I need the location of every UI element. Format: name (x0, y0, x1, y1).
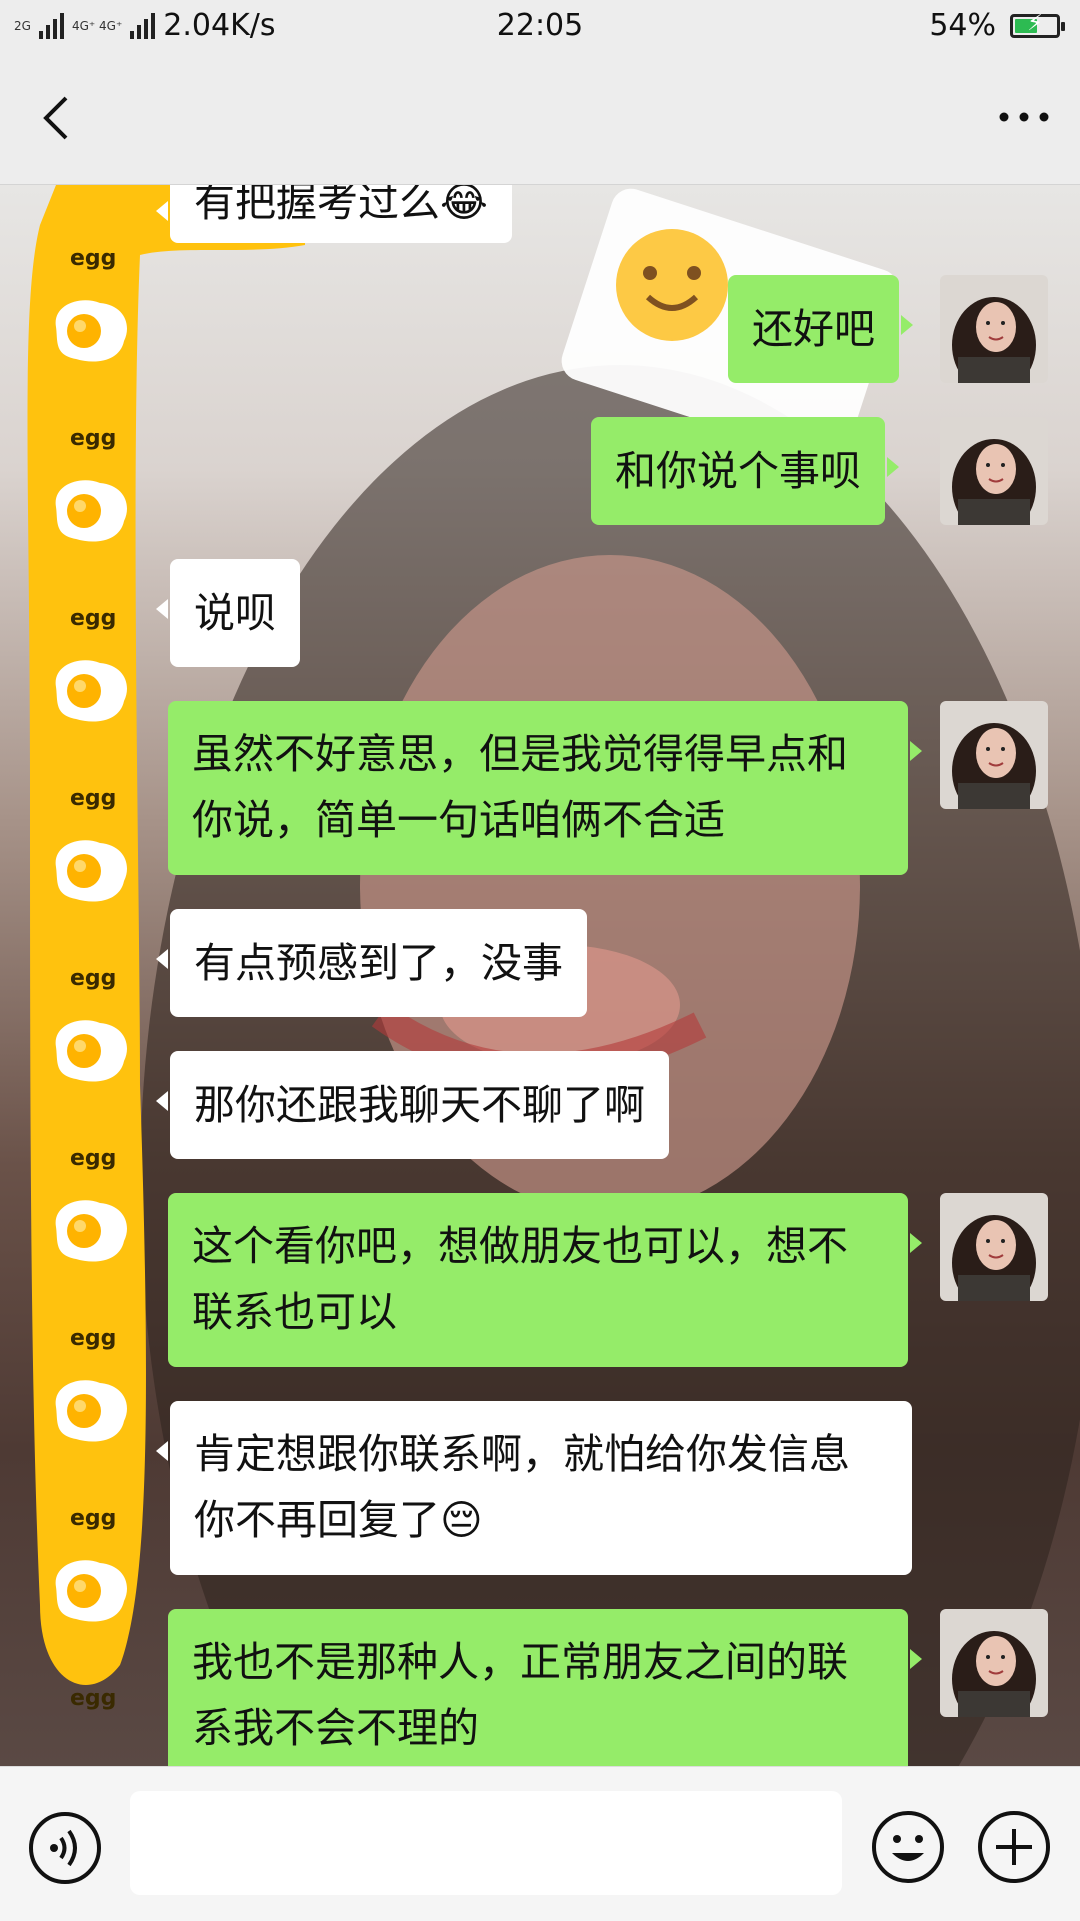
plus-icon[interactable] (976, 1809, 1052, 1885)
egg-label: egg (70, 426, 116, 451)
message-bubble-incoming[interactable]: 有把握考过么😂 (156, 185, 512, 243)
egg-label: egg (70, 1326, 116, 1351)
message-bubble-incoming[interactable]: 有点预感到了，没事 (156, 909, 587, 1017)
message-text: 有把握考过么😂 (194, 185, 488, 226)
egg-label: egg (70, 246, 116, 271)
egg-label: egg (70, 1686, 116, 1711)
avatar[interactable] (940, 275, 1048, 383)
charging-bolt-icon: ⚡ (1027, 10, 1043, 36)
chat-area[interactable]: egg egg egg egg egg egg egg egg egg egg … (0, 185, 1080, 1766)
message-text: 那你还跟我聊天不聊了啊 (194, 1081, 645, 1129)
avatar[interactable] (940, 701, 1048, 809)
avatar[interactable] (940, 1193, 1048, 1301)
title-bar (0, 56, 1080, 185)
battery-percent: 54% (929, 8, 996, 43)
message-text: 虽然不好意思，但是我觉得得早点和你说，简单一句话咱俩不合适 (192, 730, 848, 844)
message-bubble-incoming[interactable]: 那你还跟我聊天不聊了啊 (156, 1051, 669, 1159)
message-bubble-outgoing[interactable]: 这个看你吧，想做朋友也可以，想不联系也可以 (168, 1193, 922, 1367)
message-bubble-incoming[interactable]: 肯定想跟你联系啊，就怕给你发信息你不再回复了😔 (156, 1401, 912, 1575)
egg-label: egg (70, 606, 116, 631)
egg-label: egg (70, 1146, 116, 1171)
message-text: 和你说个事呗 (615, 447, 861, 495)
message-bubble-outgoing[interactable]: 还好吧 (728, 275, 913, 383)
message-bubble-outgoing[interactable]: 和你说个事呗 (591, 417, 899, 525)
egg-label: egg (70, 966, 116, 991)
message-text: 肯定想跟你联系啊，就怕给你发信息你不再回复了😔 (194, 1430, 850, 1544)
message-text: 说呗 (194, 589, 276, 637)
avatar[interactable] (940, 417, 1048, 525)
status-bar: 2G 4G⁺ 4G⁺ 2.04K/s 22:05 54% ⚡ (0, 0, 1080, 56)
egg-label: egg (70, 1506, 116, 1531)
battery-icon: ⚡ (1010, 10, 1065, 38)
message-bubble-outgoing[interactable]: 我也不是那种人，正常朋友之间的联系我不会不理的 (168, 1609, 922, 1766)
message-bubble-incoming[interactable]: 说呗 (156, 559, 300, 667)
egg-label: egg (70, 786, 116, 811)
message-text: 这个看你吧，想做朋友也可以，想不联系也可以 (192, 1222, 848, 1336)
message-bubble-outgoing[interactable]: 虽然不好意思，但是我觉得得早点和你说，简单一句话咱俩不合适 (168, 701, 922, 875)
message-text: 有点预感到了，没事 (194, 939, 563, 987)
message-input[interactable] (130, 1791, 842, 1895)
avatar[interactable] (940, 1609, 1048, 1717)
clock: 22:05 (496, 8, 584, 43)
message-text: 还好吧 (752, 305, 875, 353)
smile-icon[interactable] (870, 1809, 946, 1885)
status-right: 54% ⚡ (929, 8, 1065, 43)
message-text: 我也不是那种人，正常朋友之间的联系我不会不理的 (192, 1638, 848, 1752)
more-dots-icon[interactable] (994, 102, 1054, 132)
input-bar (0, 1766, 1080, 1921)
chevron-left-icon[interactable] (36, 92, 82, 144)
voice-icon[interactable] (28, 1811, 102, 1885)
